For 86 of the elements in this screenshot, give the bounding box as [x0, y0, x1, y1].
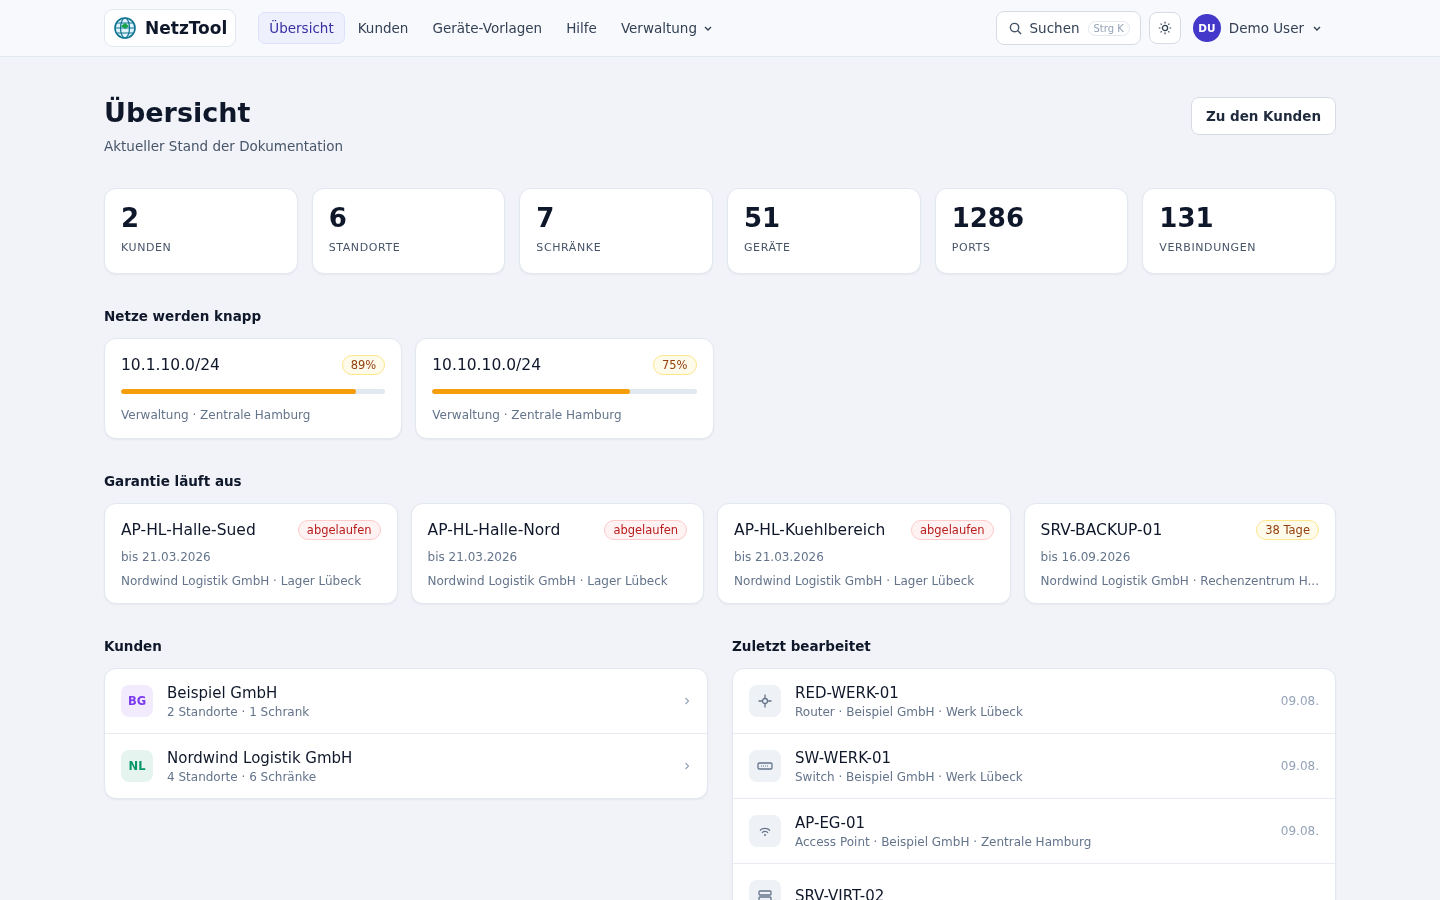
device-name: AP-HL-Halle-Nord [427, 521, 561, 539]
subnet-location: Verwaltung · Zentrale Hamburg [121, 408, 312, 422]
subnet-card[interactable]: 10.10.10.0/24 75% Verwaltung · Zentrale Hamburg [415, 338, 714, 439]
stat-label: KUNDEN [121, 241, 173, 254]
customer-name: Beispiel GmbH [167, 683, 279, 702]
nav-tab[interactable]: Hilfe [555, 12, 608, 44]
stat-label: SCHRÄNKE [536, 241, 603, 254]
device-name: SW-WERK-01 [795, 748, 893, 767]
warranty-badge: 38 Tage [1256, 520, 1319, 540]
warranty-badge: abgelaufen [297, 520, 381, 540]
stat-value: 2 [121, 203, 141, 233]
nav-tab[interactable]: Verwaltung [609, 12, 724, 44]
customer-avatar: NL [121, 750, 153, 782]
chevron-right-icon [683, 696, 691, 706]
device-detail: Router · Beispiel GmbH · Werk Lübeck [795, 704, 1024, 719]
device-location: Nordwind Logistik GmbH · Lager Lübeck [734, 574, 976, 588]
device-location: Nordwind Logistik GmbH · Rechenzentrum H... [1040, 574, 1319, 588]
warranty-date: bis 16.09.2026 [1040, 550, 1132, 564]
switch-icon [757, 761, 773, 771]
subnet-name: 10.1.10.0/24 [121, 356, 220, 374]
stat-value: 51 [744, 203, 782, 233]
section-title: Netze werden knapp [104, 308, 263, 324]
page-title: Übersicht [104, 97, 252, 128]
nav-tab[interactable]: Geräte-Vorlagen [421, 12, 554, 44]
warranty-date: bis 21.03.2026 [734, 550, 825, 564]
stat-value: 7 [536, 203, 556, 233]
customers-button[interactable]: Zu den Kunden [1190, 97, 1336, 135]
section-title: Garantie läuft aus [104, 473, 243, 489]
page-subtitle: Aktueller Stand der Dokumentation [104, 138, 344, 154]
stat-label: PORTS [951, 241, 992, 254]
globe-logo-icon [113, 16, 137, 40]
stat-label: STANDORTE [328, 241, 402, 254]
device-row[interactable]: SW-WERK-01 Switch · Beispiel GmbH · Werk Lübeck 09.08. [733, 734, 1335, 799]
warranty-card[interactable]: AP-HL-Halle-Nord abgelaufen bis 21.03.2026 Nordwind Logistik GmbH · Lager Lübeck [410, 503, 705, 604]
warranty-card[interactable]: SRV-BACKUP-01 38 Tage bis 16.09.2026 Nordwind Logistik GmbH · Rechenzentrum H... [1023, 503, 1336, 604]
server-icon [758, 890, 772, 900]
stat-label: VERBINDUNGEN [1159, 241, 1258, 254]
warranty-card[interactable]: AP-HL-Halle-Sued abgelaufen bis 21.03.2026 Nordwind Logistik GmbH · Lager Lübeck [104, 503, 398, 604]
edit-date: 09.08. [1280, 824, 1319, 838]
stat-value: 6 [328, 203, 348, 233]
stat-value: 1286 [951, 203, 1026, 233]
warranty-date: bis 21.03.2026 [427, 550, 519, 564]
theme-toggle-button[interactable] [1148, 12, 1181, 44]
warranty-badge: abgelaufen [604, 520, 688, 540]
user-menu[interactable]: DU Demo User [1192, 14, 1336, 42]
device-row[interactable]: AP-EG-01 Access Point · Beispiel GmbH · Zentrale Hamburg 09.08. [733, 799, 1335, 864]
user-avatar: DU [1192, 14, 1221, 42]
device-location: Nordwind Logistik GmbH · Lager Lübeck [121, 574, 363, 588]
device-name: AP-HL-Halle-Sued [121, 521, 256, 539]
warranty-card[interactable]: AP-HL-Kuehlbereich abgelaufen bis 21.03.2026 Nordwind Logistik GmbH · Lager Lübeck [717, 503, 1011, 604]
customer-row[interactable]: NL Nordwind Logistik GmbH 4 Standorte · 6 Schränke [105, 734, 707, 798]
customer-detail: 4 Standorte · 6 Schränke [167, 769, 318, 784]
device-name: AP-EG-01 [795, 813, 866, 832]
crosshair-icon [758, 694, 772, 708]
usage-badge: 89% [341, 355, 386, 375]
device-detail: Switch · Beispiel GmbH · Werk Lübeck [795, 769, 1024, 784]
chevron-right-icon [683, 761, 691, 771]
customer-row[interactable]: BG Beispiel GmbH 2 Standorte · 1 Schrank [105, 669, 707, 734]
customer-detail: 2 Standorte · 1 Schrank [167, 704, 311, 719]
device-name: AP-HL-Kuehlbereich [734, 521, 886, 539]
search-icon [1008, 21, 1022, 35]
subnet-name: 10.10.10.0/24 [432, 356, 541, 374]
device-location: Nordwind Logistik GmbH · Lager Lübeck [427, 574, 669, 588]
nav-tab[interactable]: Übersicht [258, 12, 345, 44]
edit-date: 09.08. [1280, 759, 1319, 773]
device-name: RED-WERK-01 [795, 683, 900, 702]
search-button[interactable]: Suchen Strg K [995, 11, 1141, 45]
section-title: Zuletzt bearbeitet [732, 638, 872, 654]
warranty-badge: abgelaufen [910, 520, 994, 540]
warranty-date: bis 21.03.2026 [121, 550, 212, 564]
device-row[interactable]: RED-WERK-01 Router · Beispiel GmbH · Werk Lübeck 09.08. [733, 669, 1335, 734]
edit-date: 09.08. [1280, 694, 1319, 708]
stat-label: GERÄTE [744, 241, 792, 254]
device-name: SRV-BACKUP-01 [1040, 521, 1163, 539]
section-title: Kunden [104, 638, 163, 654]
customer-avatar: BG [121, 685, 153, 717]
wifi-icon [758, 825, 772, 837]
nav-tab[interactable]: Kunden [346, 12, 420, 44]
subnet-location: Verwaltung · Zentrale Hamburg [432, 408, 623, 422]
brand-logo[interactable]: NetzTool [104, 9, 237, 47]
device-detail: Access Point · Beispiel GmbH · Zentrale Hamburg [795, 834, 1093, 849]
sun-icon [1157, 21, 1172, 35]
usage-badge: 75% [652, 355, 697, 375]
subnet-card[interactable]: 10.1.10.0/24 89% Verwaltung · Zentrale Hamburg [104, 338, 403, 439]
stat-value: 131 [1159, 203, 1215, 233]
customer-name: Nordwind Logistik GmbH [167, 748, 354, 767]
